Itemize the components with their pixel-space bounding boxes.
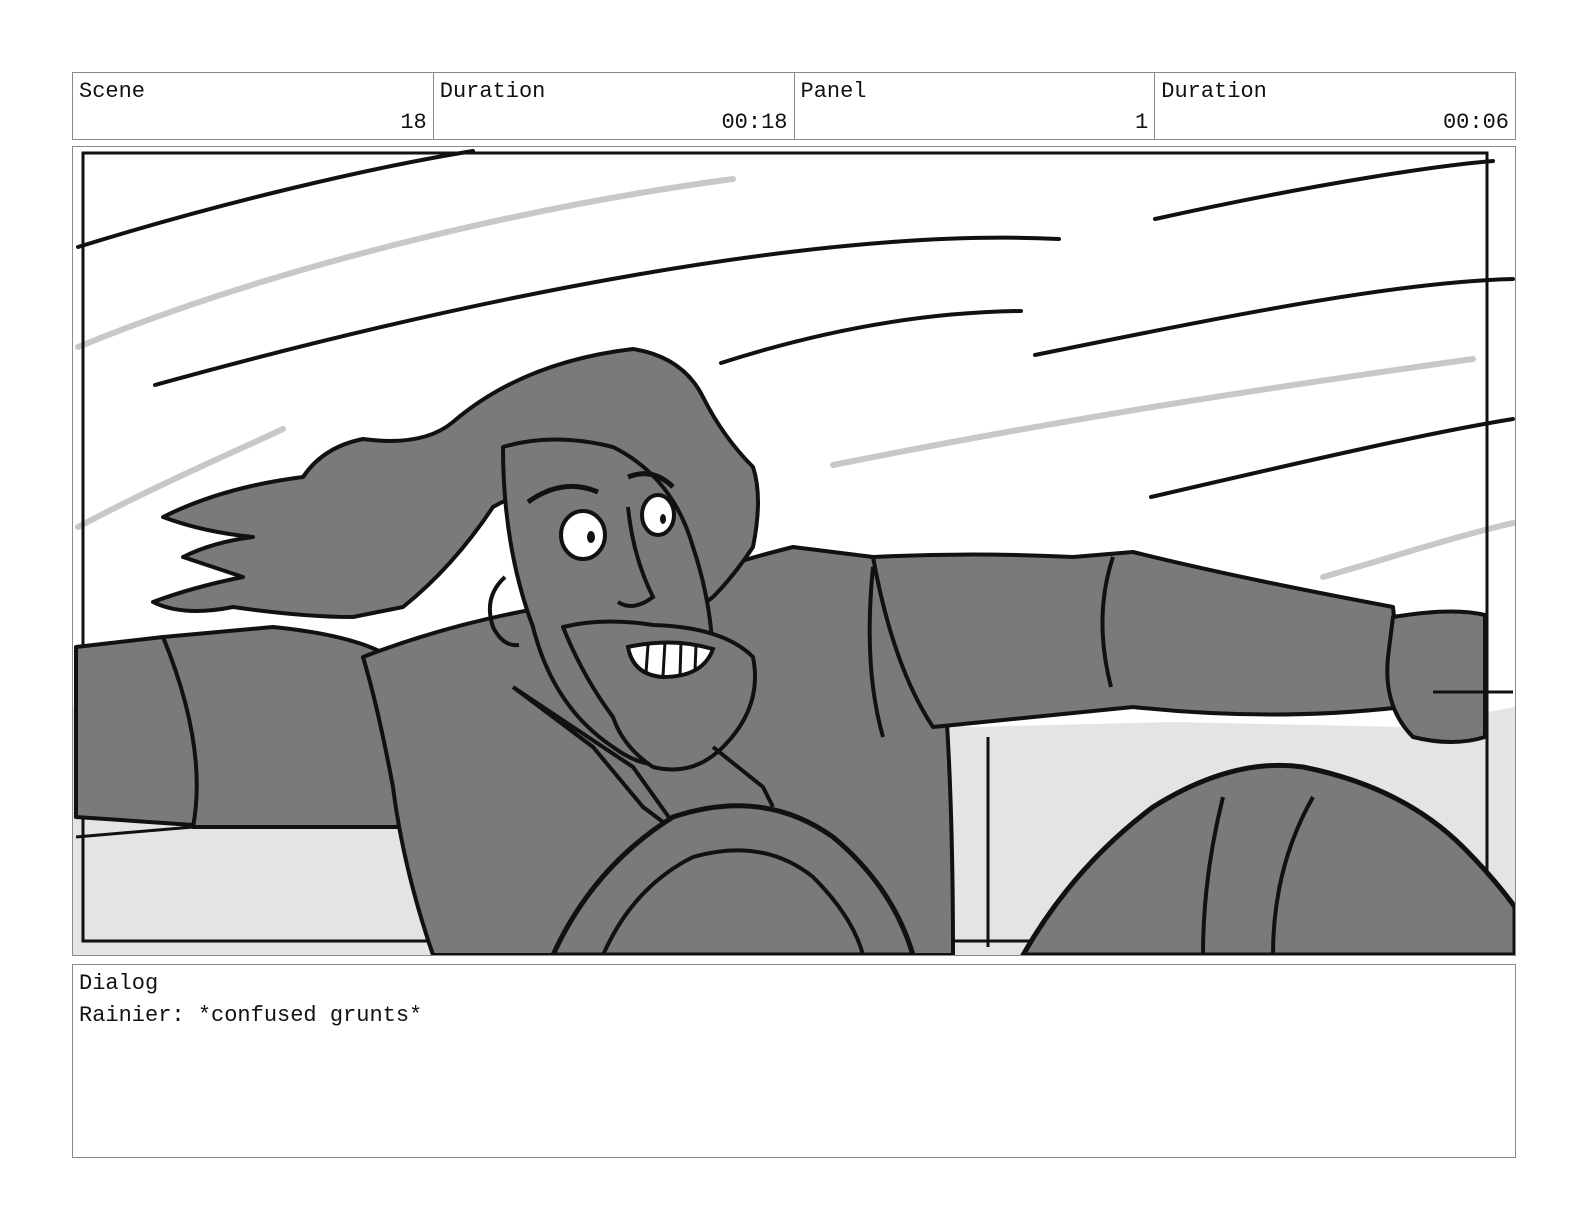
scene-number: 18 [400,110,427,135]
scene-label: Scene [79,79,146,104]
scene-duration-label: Duration [439,79,546,104]
dialog-label: Dialog [79,971,159,996]
scene-cell: Scene 18 [73,73,434,139]
panel-duration-value: 00:06 [1442,110,1509,135]
storyboard-header: Scene 18 Duration 00:18 Panel 1 Duration… [72,72,1516,140]
panel-number: 1 [1135,110,1149,135]
storyboard-panel [72,146,1516,956]
panel-duration-cell: Duration 00:06 [1155,73,1515,139]
panel-label: Panel [800,79,867,104]
panel-cell: Panel 1 [795,73,1156,139]
dialog-text: Rainier: *confused grunts* [79,1003,423,1028]
scene-duration-cell: Duration 00:18 [434,73,795,139]
dialog-box: Dialog Rainier: *confused grunts* [72,964,1516,1158]
panel-sketch-illustration [73,147,1515,955]
scene-duration-value: 00:18 [721,110,788,135]
panel-duration-label: Duration [1161,79,1267,104]
